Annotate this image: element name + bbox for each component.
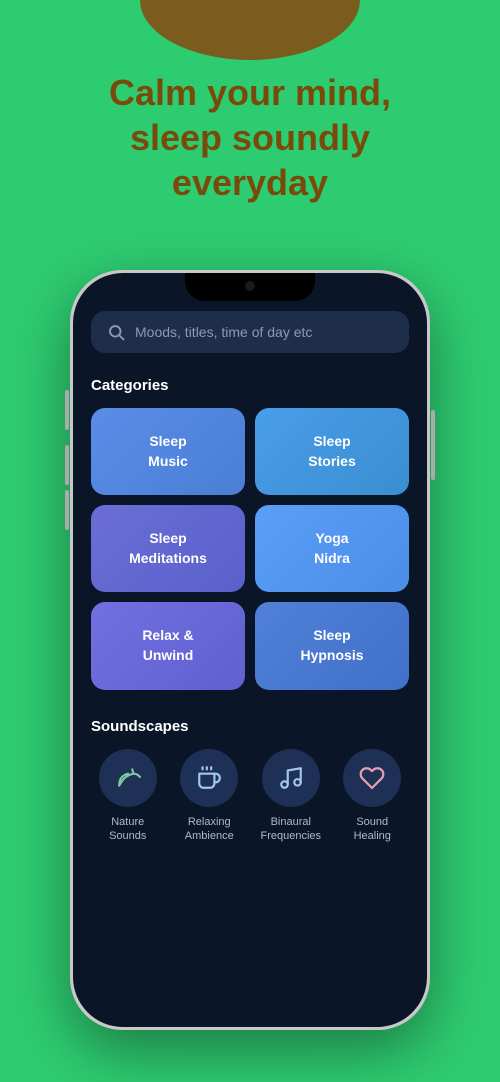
nature-sounds-label: NatureSounds (109, 815, 146, 844)
category-card-relax-unwind[interactable]: Relax &Unwind (91, 602, 245, 689)
soundscape-item-sound-healing[interactable]: SoundHealing (337, 749, 407, 844)
soundscapes-section: Soundscapes NatureSounds (91, 718, 409, 844)
phone-notch (185, 273, 315, 301)
category-card-sleep-stories[interactable]: SleepStories (255, 408, 409, 495)
category-label-sleep-hypnosis: SleepHypnosis (300, 626, 363, 665)
category-card-sleep-meditations[interactable]: SleepMeditations (91, 505, 245, 592)
categories-section-title: Categories (91, 377, 409, 394)
soundscape-item-relaxing-ambience[interactable]: RelaxingAmbience (174, 749, 244, 844)
search-icon (107, 323, 125, 341)
phone-mockup: Moods, titles, time of day etc Categorie… (70, 270, 430, 1030)
category-label-relax-unwind: Relax &Unwind (142, 626, 193, 665)
relaxing-ambience-icon (180, 749, 238, 807)
relaxing-ambience-label: RelaxingAmbience (185, 815, 234, 844)
category-label-sleep-music: SleepMusic (148, 432, 188, 471)
sound-healing-label: SoundHealing (354, 815, 391, 844)
soundscapes-section-title: Soundscapes (91, 718, 409, 735)
categories-grid: SleepMusic SleepStories SleepMeditations… (91, 408, 409, 690)
binaural-frequencies-icon (262, 749, 320, 807)
phone-screen: Moods, titles, time of day etc Categorie… (73, 273, 427, 1027)
top-arc-decoration (140, 0, 360, 60)
sound-healing-icon (343, 749, 401, 807)
category-label-sleep-stories: SleepStories (308, 432, 355, 471)
category-card-sleep-music[interactable]: SleepMusic (91, 408, 245, 495)
search-bar[interactable]: Moods, titles, time of day etc (91, 311, 409, 353)
headline-text: Calm your mind, sleep soundly everyday (109, 72, 391, 203)
category-card-sleep-hypnosis[interactable]: SleepHypnosis (255, 602, 409, 689)
soundscapes-row: NatureSounds (91, 749, 409, 844)
phone-outer-frame: Moods, titles, time of day etc Categorie… (70, 270, 430, 1030)
nature-sounds-icon (99, 749, 157, 807)
binaural-frequencies-label: BinauralFrequencies (260, 815, 321, 844)
soundscape-item-nature-sounds[interactable]: NatureSounds (93, 749, 163, 844)
soundscape-item-binaural-frequencies[interactable]: BinauralFrequencies (256, 749, 326, 844)
headline: Calm your mind, sleep soundly everyday (0, 70, 500, 205)
category-label-yoga-nidra: YogaNidra (314, 529, 350, 568)
search-placeholder-text: Moods, titles, time of day etc (135, 324, 312, 340)
category-label-sleep-meditations: SleepMeditations (129, 529, 207, 568)
camera-dot (245, 281, 255, 291)
category-card-yoga-nidra[interactable]: YogaNidra (255, 505, 409, 592)
phone-content-area: Moods, titles, time of day etc Categorie… (73, 273, 427, 1027)
